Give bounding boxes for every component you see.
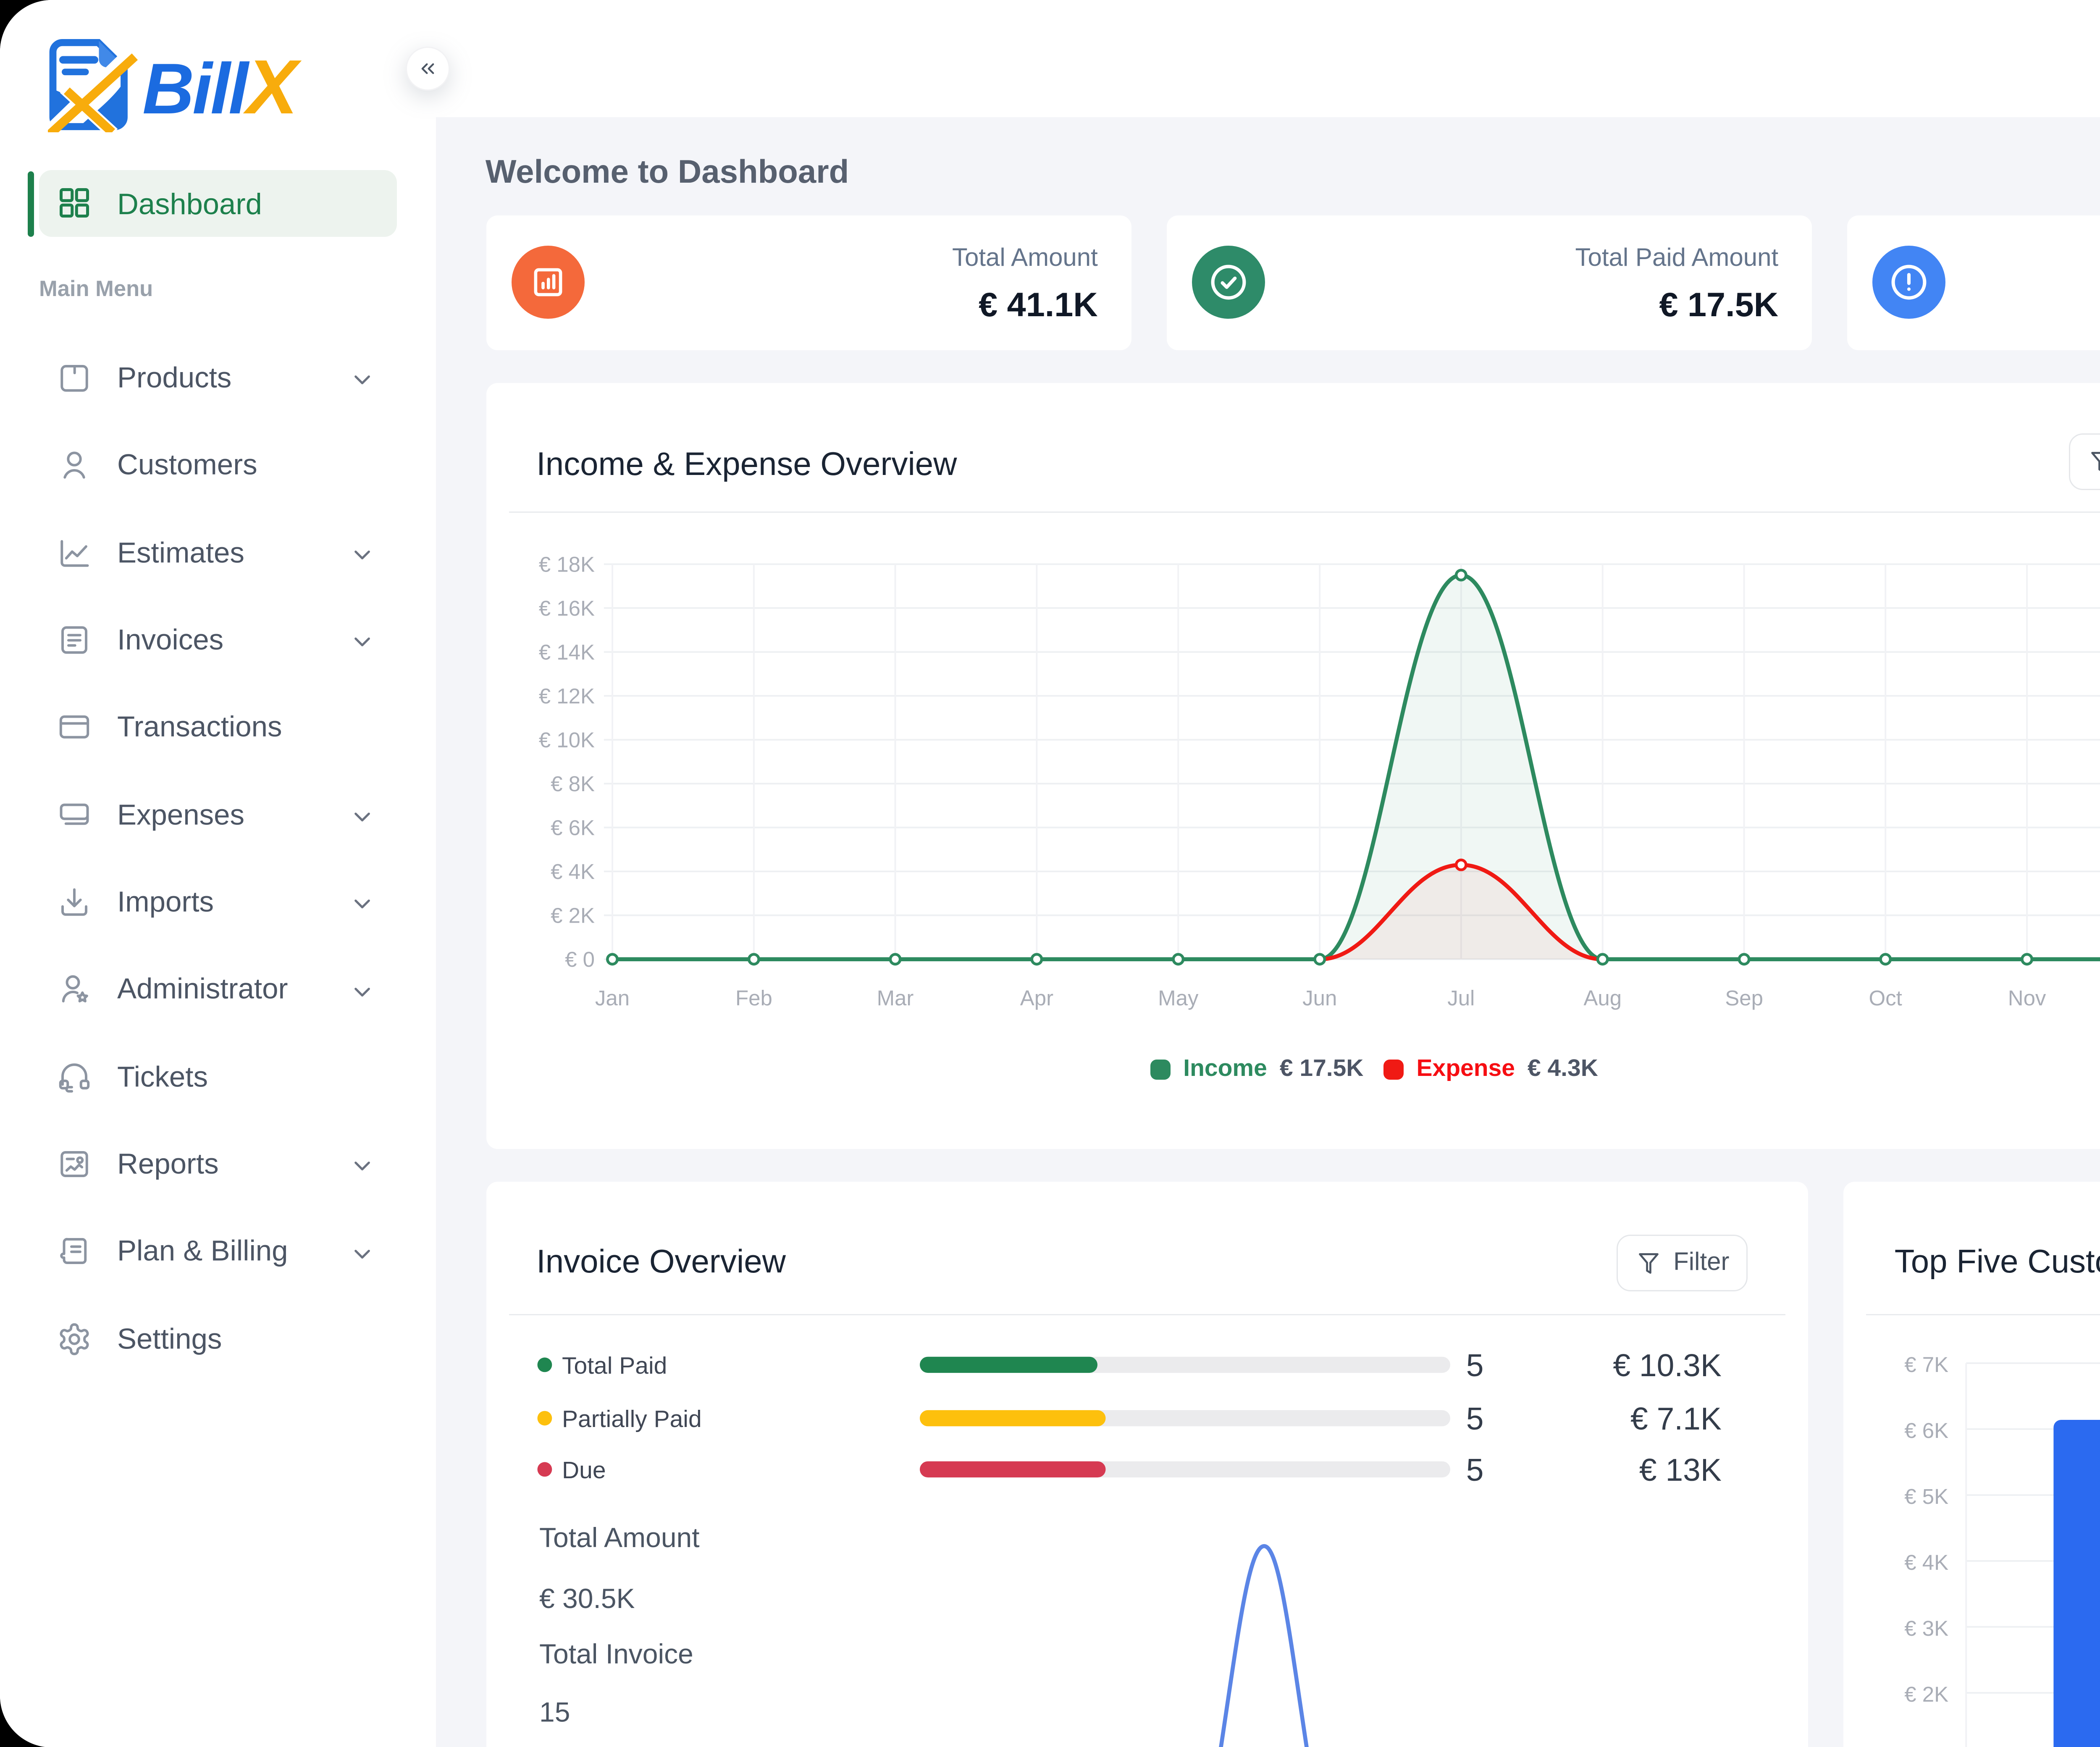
svg-text:Total Amount: Total Amount [539, 1522, 699, 1553]
svg-text:Jan: Jan [595, 986, 629, 1010]
svg-text:Mar: Mar [877, 986, 914, 1010]
svg-text:Sep: Sep [1725, 986, 1763, 1010]
svg-text:Due: Due [562, 1457, 606, 1484]
svg-text:€ 12K: € 12K [538, 684, 594, 708]
svg-text:€ 7K: € 7K [1904, 1353, 1948, 1377]
svg-text:Nov: Nov [2008, 986, 2046, 1010]
svg-text:5: 5 [1466, 1401, 1483, 1437]
svg-text:€ 0: € 0 [564, 947, 594, 971]
svg-text:€ 2K: € 2K [550, 903, 594, 927]
svg-text:€ 18K: € 18K [538, 552, 594, 576]
svg-text:€ 4K: € 4K [550, 860, 594, 884]
svg-text:15: 15 [539, 1697, 570, 1728]
svg-text:5: 5 [1466, 1348, 1483, 1383]
svg-text:€ 14K: € 14K [538, 640, 594, 664]
svg-text:€ 7.1K: € 7.1K [1630, 1401, 1721, 1437]
svg-text:Aug: Aug [1583, 986, 1621, 1010]
svg-text:€ 5K: € 5K [1904, 1485, 1948, 1509]
svg-text:Feb: Feb [735, 986, 772, 1010]
svg-text:€ 30.5K: € 30.5K [539, 1583, 635, 1614]
svg-text:Oct: Oct [1869, 986, 1902, 1010]
svg-text:Jun: Jun [1302, 986, 1336, 1010]
svg-text:Partially Paid: Partially Paid [562, 1406, 701, 1433]
svg-text:5: 5 [1466, 1453, 1483, 1488]
svg-text:Apr: Apr [1020, 986, 1053, 1010]
svg-text:€ 10.3K: € 10.3K [1612, 1348, 1721, 1383]
svg-text:€ 8K: € 8K [550, 772, 594, 796]
svg-text:Total Invoice: Total Invoice [539, 1639, 693, 1670]
svg-text:€ 6K: € 6K [550, 816, 594, 839]
svg-text:€ 6K: € 6K [1904, 1419, 1948, 1443]
svg-text:€ 2K: € 2K [1904, 1683, 1948, 1707]
svg-text:May: May [1158, 986, 1198, 1010]
svg-text:€ 3K: € 3K [1904, 1617, 1948, 1641]
svg-text:Jul: Jul [1447, 986, 1474, 1010]
svg-text:€ 16K: € 16K [538, 596, 594, 620]
svg-text:Total Paid: Total Paid [562, 1353, 667, 1380]
svg-text:€ 4K: € 4K [1904, 1551, 1948, 1575]
svg-text:€ 13K: € 13K [1639, 1453, 1721, 1488]
svg-text:€ 10K: € 10K [538, 728, 594, 752]
